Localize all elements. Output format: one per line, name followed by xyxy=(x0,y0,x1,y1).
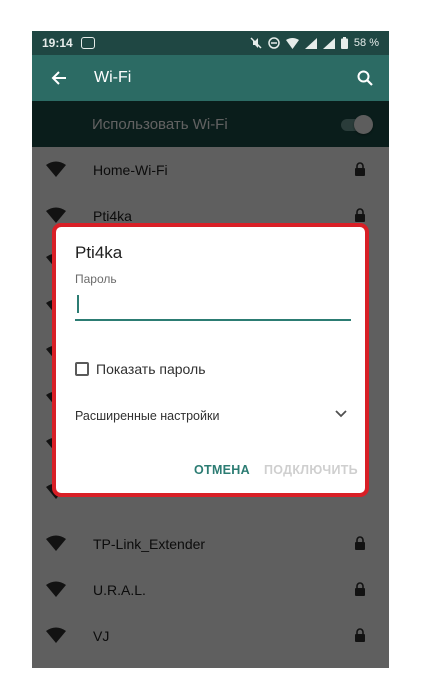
status-icons: 58 % xyxy=(250,37,379,49)
text-cursor xyxy=(77,295,79,313)
status-bar: 19:14 58 % xyxy=(32,31,389,55)
wifi-signal-icon xyxy=(46,161,66,177)
search-icon xyxy=(357,70,373,86)
mute-icon xyxy=(250,37,262,49)
wifi-signal-icon xyxy=(46,535,66,551)
show-password-row[interactable]: Показать пароль xyxy=(75,361,206,377)
wifi-signal-icon xyxy=(46,207,66,223)
password-label: Пароль xyxy=(75,272,117,286)
lock-icon xyxy=(355,162,365,176)
signal-icon xyxy=(304,37,317,49)
wifi-toggle-row[interactable]: Использовать Wi-Fi xyxy=(32,101,389,147)
lock-icon xyxy=(355,208,365,222)
wifi-toggle-switch[interactable] xyxy=(339,114,373,134)
search-button[interactable] xyxy=(345,55,385,101)
network-item[interactable]: Home-Wi-Fi xyxy=(32,147,389,193)
lock-icon xyxy=(355,536,365,550)
network-item[interactable]: TP-Link_Extender xyxy=(32,521,389,567)
network-name: VJ xyxy=(93,628,110,644)
battery-percent: 58 % xyxy=(353,37,379,49)
dialog-title: Pti4ka xyxy=(75,243,123,262)
back-arrow-icon xyxy=(51,71,66,85)
lock-icon xyxy=(355,628,365,642)
lock-icon xyxy=(355,582,365,596)
dialog-highlight-frame: Pti4ka Пароль Показать пароль Расширенны… xyxy=(52,223,369,497)
app-bar: Wi-Fi xyxy=(32,55,389,101)
network-item-partial[interactable] xyxy=(32,659,389,668)
advanced-settings-label[interactable]: Расширенные настройки xyxy=(75,409,219,423)
status-time: 19:14 xyxy=(42,36,73,50)
switch-knob xyxy=(354,115,373,134)
wifi-toggle-label: Использовать Wi-Fi xyxy=(92,115,228,133)
signal-icon-2 xyxy=(322,37,335,49)
connect-button[interactable]: ПОДКЛЮЧИТЬ xyxy=(264,463,358,477)
battery-icon xyxy=(340,37,348,49)
back-button[interactable] xyxy=(36,55,82,101)
cancel-button[interactable]: ОТМЕНА xyxy=(194,463,250,477)
chevron-down-icon[interactable] xyxy=(335,409,347,419)
dnd-icon xyxy=(268,37,280,49)
network-name: Home-Wi-Fi xyxy=(93,162,168,178)
wifi-signal-icon xyxy=(46,627,66,643)
wifi-signal-icon xyxy=(46,581,66,597)
page-title: Wi-Fi xyxy=(94,69,132,86)
network-name: TP-Link_Extender xyxy=(93,536,206,552)
wifi-password-dialog: Pti4ka Пароль Показать пароль Расширенны… xyxy=(56,227,365,493)
wifi-status-icon xyxy=(285,37,299,49)
password-input[interactable] xyxy=(75,289,351,321)
notification-icon xyxy=(80,37,95,49)
network-name: U.R.A.L. xyxy=(93,582,146,598)
show-password-checkbox[interactable] xyxy=(75,362,89,376)
network-item[interactable]: U.R.A.L. xyxy=(32,567,389,613)
network-item[interactable]: VJ xyxy=(32,613,389,659)
show-password-label[interactable]: Показать пароль xyxy=(96,361,206,377)
network-name: Pti4ka xyxy=(93,208,132,224)
